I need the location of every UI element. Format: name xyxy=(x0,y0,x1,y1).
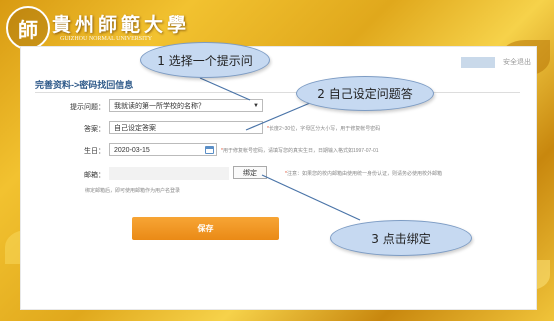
callout-step2: 2 自己设定问题答 xyxy=(296,76,434,111)
callout-step3: 3 点击绑定 xyxy=(330,220,472,256)
arrow-step1 xyxy=(199,77,251,101)
callout-step1: 1 选择一个提示问 xyxy=(140,42,270,78)
annotation-arrows xyxy=(199,77,361,221)
arrow-step2 xyxy=(245,102,311,131)
arrow-step3 xyxy=(261,174,361,221)
